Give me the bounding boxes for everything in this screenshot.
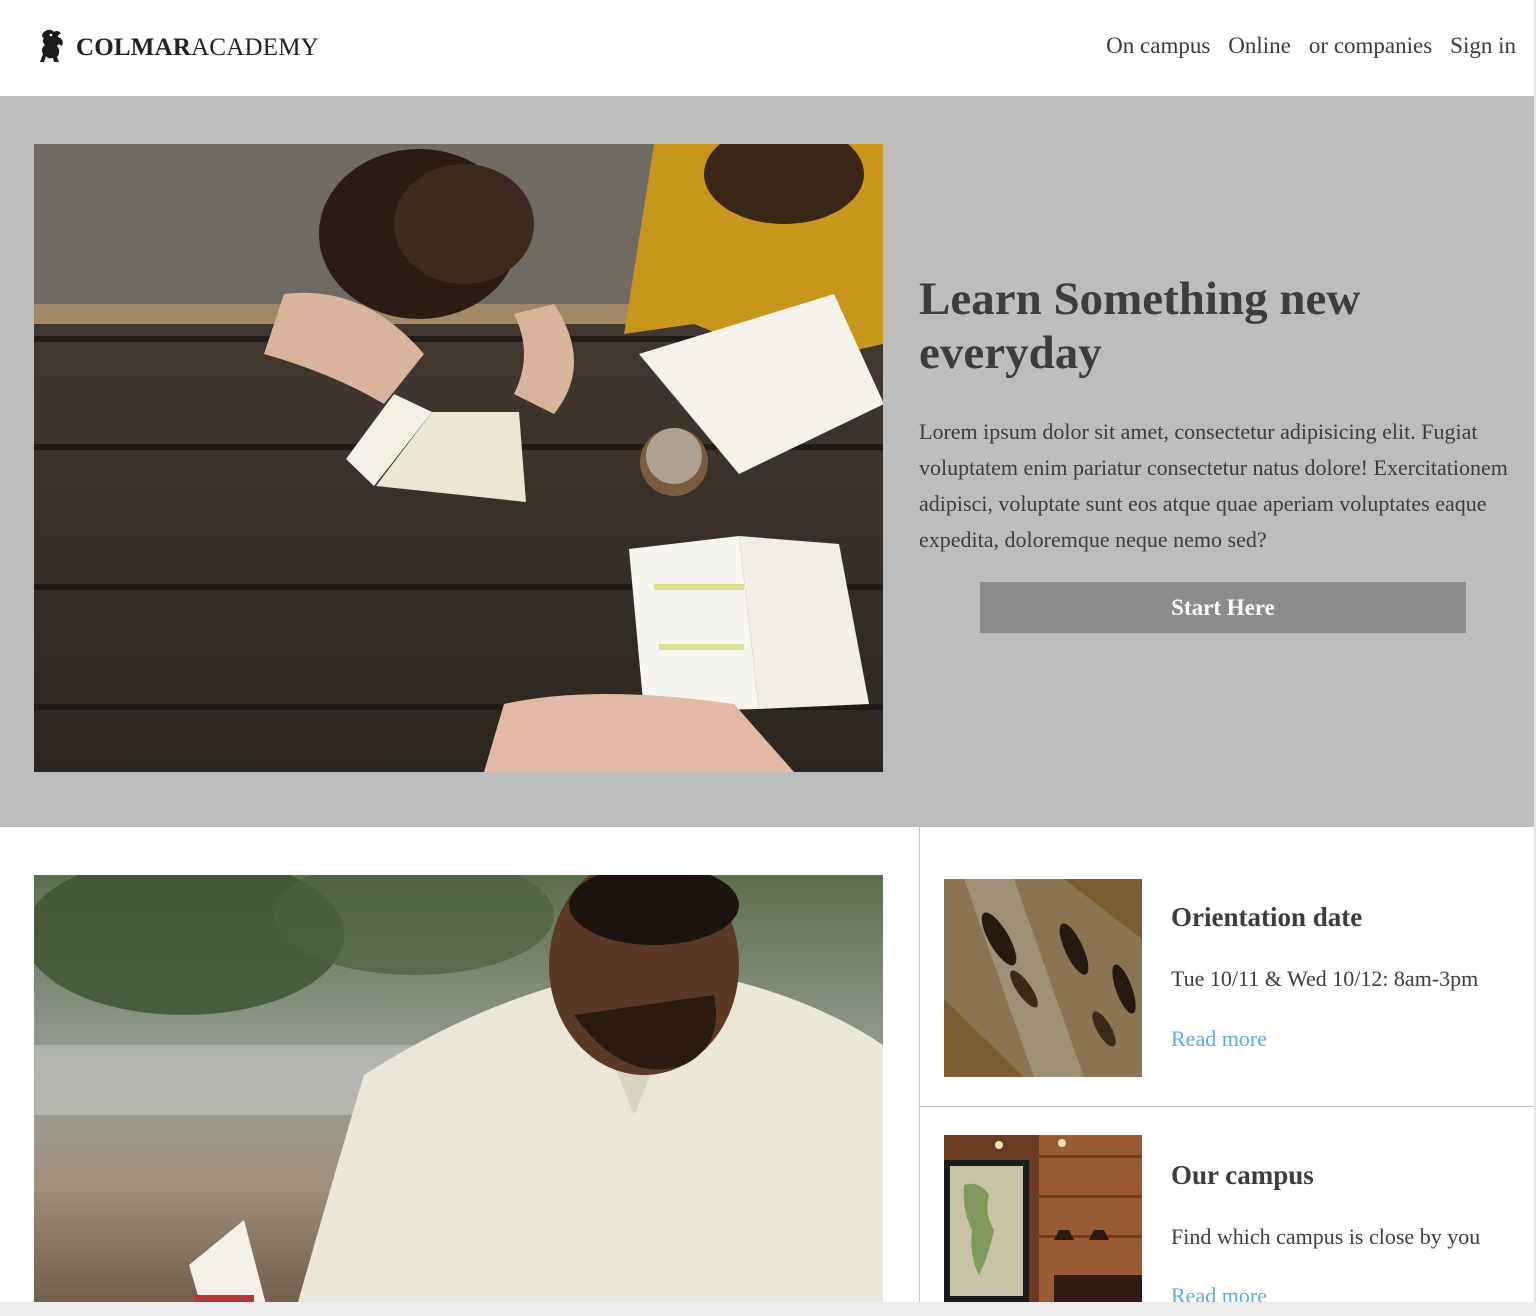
orientation-read-more-link[interactable]: Read more [1171, 1028, 1267, 1050]
logo-regular: ACADEMY [191, 33, 319, 61]
campus-thumbnail [944, 1135, 1142, 1302]
site-header: COLMARACADEMY On campus Online or compan… [0, 0, 1534, 96]
nav-online[interactable]: Online [1228, 34, 1291, 57]
column-divider [919, 827, 920, 1316]
campus-text: Find which campus is close by you [1171, 1224, 1481, 1249]
hero-image [34, 144, 883, 772]
campus-title: Our campus [1171, 1160, 1314, 1190]
orientation-thumbnail [944, 879, 1142, 1077]
bottom-scrollbar[interactable] [0, 1302, 1536, 1316]
start-here-button[interactable]: Start Here [980, 582, 1466, 633]
nav-companies[interactable]: or companies [1309, 34, 1432, 57]
logo[interactable]: COLMARACADEMY [38, 28, 319, 64]
hero-section: Learn Something new everyday Lorem ipsum… [0, 96, 1534, 827]
student-reading-image [34, 875, 883, 1316]
nav-on-campus[interactable]: On campus [1106, 34, 1210, 57]
nav-sign-in[interactable]: Sign in [1450, 34, 1516, 57]
griffin-icon [38, 28, 68, 64]
orientation-title: Orientation date [1171, 902, 1363, 932]
logo-bold: COLMAR [76, 33, 192, 61]
card-divider [920, 1106, 1534, 1107]
orientation-text: Tue 10/11 & Wed 10/12: 8am-3pm [1171, 966, 1479, 991]
hero-title: Learn Something new everyday [919, 273, 1361, 379]
hero-description: Lorem ipsum dolor sit amet, consectetur … [919, 419, 1508, 552]
main-nav: On campus Online or companies Sign in [1106, 34, 1516, 57]
logo-text: COLMARACADEMY [76, 35, 319, 60]
